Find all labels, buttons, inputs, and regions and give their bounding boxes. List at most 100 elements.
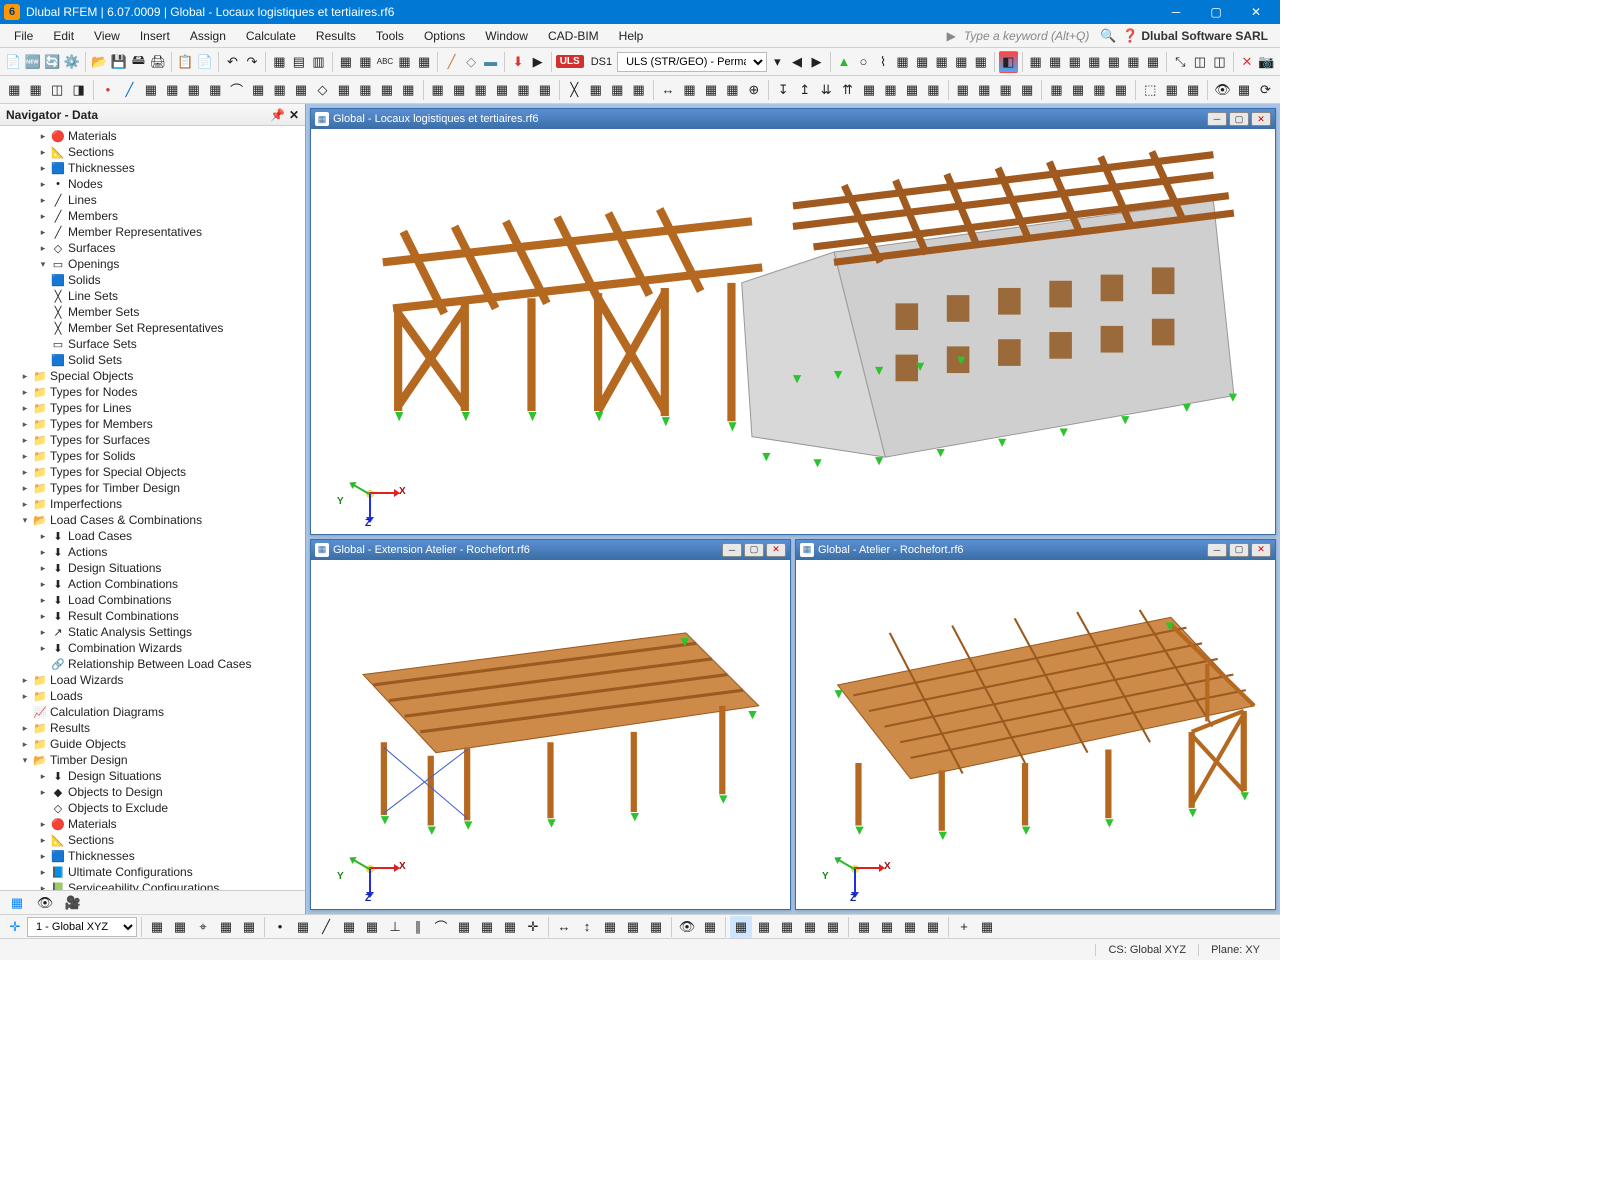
tree-item[interactable]: 📈Calculation Diagrams (0, 704, 305, 720)
tree-item[interactable]: ▸◇Surfaces (0, 240, 305, 256)
tree-item[interactable]: ▸🟦Thicknesses (0, 160, 305, 176)
vp-close-icon[interactable]: ✕ (766, 543, 786, 557)
tool-a-icon[interactable]: ▦ (337, 51, 356, 73)
chevron-down-icon[interactable]: ▾ (768, 51, 787, 73)
layers-icon[interactable]: ▦ (1026, 51, 1045, 73)
s34-icon[interactable]: ⇊ (816, 79, 836, 101)
tree-item[interactable]: ╳Line Sets (0, 288, 305, 304)
s29-icon[interactable]: ▦ (701, 79, 721, 101)
tree-item[interactable]: ▸↗Static Analysis Settings (0, 624, 305, 640)
tree-item[interactable]: ▸📁Special Objects (0, 368, 305, 384)
redo-icon[interactable]: ↷ (243, 51, 262, 73)
viewport-main-titlebar[interactable]: ▦ Global - Locaux logistiques et tertiai… (311, 109, 1275, 129)
s24-icon[interactable]: ▦ (586, 79, 606, 101)
vp-close-icon[interactable]: ✕ (1251, 543, 1271, 557)
s10-icon[interactable]: ▦ (269, 79, 289, 101)
s38-icon[interactable]: ▦ (902, 79, 922, 101)
tree-item[interactable]: 🟦Solid Sets (0, 352, 305, 368)
b2-icon[interactable]: ▦ (169, 916, 191, 938)
tree-item[interactable]: 🔗Relationship Between Load Cases (0, 656, 305, 672)
tree-item[interactable]: ▸📁Types for Timber Design (0, 480, 305, 496)
tree-item[interactable]: ▸📘Ultimate Configurations (0, 864, 305, 880)
tree-item[interactable]: ▸◆Objects to Design (0, 784, 305, 800)
s43-icon[interactable]: ▦ (1017, 79, 1037, 101)
s28-icon[interactable]: ▦ (679, 79, 699, 101)
undo-icon[interactable]: ↶ (223, 51, 242, 73)
b14-icon[interactable]: ▦ (476, 916, 498, 938)
s26-icon[interactable]: ▦ (628, 79, 648, 101)
tree-item[interactable]: ▸•Nodes (0, 176, 305, 192)
node-icon[interactable]: • (98, 79, 118, 101)
s21-icon[interactable]: ▦ (513, 79, 533, 101)
tree-item[interactable]: ▸⬇Actions (0, 544, 305, 560)
menu-help[interactable]: Help (609, 26, 654, 46)
s13-icon[interactable]: ▦ (334, 79, 354, 101)
s11-icon[interactable]: ▦ (291, 79, 311, 101)
search-icon[interactable]: 🔍 (1097, 25, 1119, 47)
s42-icon[interactable]: ▦ (995, 79, 1015, 101)
b11-icon[interactable]: ∥ (407, 916, 429, 938)
help-icon[interactable]: ❓ (1119, 25, 1141, 47)
prev-icon[interactable]: ◀ (788, 51, 807, 73)
b10-icon[interactable]: ⊥ (384, 916, 406, 938)
b5-icon[interactable]: • (269, 916, 291, 938)
b20-icon[interactable]: ▦ (622, 916, 644, 938)
b12-icon[interactable]: ⌒ (430, 916, 452, 938)
s22-icon[interactable]: ▦ (535, 79, 555, 101)
b17-icon[interactable]: ↔ (553, 916, 575, 938)
spring-icon[interactable]: ⌇ (874, 51, 893, 73)
coord-icon[interactable]: ✛ (4, 916, 26, 938)
viewport-br-titlebar[interactable]: ▦ Global - Atelier - Rochefort.rf6 ─ ▢ ✕ (796, 540, 1275, 560)
load-icon[interactable]: ⬇ (509, 51, 528, 73)
menu-edit[interactable]: Edit (43, 26, 84, 46)
next-icon[interactable]: ▶ (807, 51, 826, 73)
support-icon[interactable]: ▲ (835, 51, 854, 73)
s8-icon[interactable]: ▦ (205, 79, 225, 101)
s2-icon[interactable]: ▦ (25, 79, 45, 101)
tree-item[interactable]: ▸⬇Result Combinations (0, 608, 305, 624)
vp-max-icon[interactable]: ▢ (744, 543, 764, 557)
calc-icon[interactable]: ▶ (528, 51, 547, 73)
tree-item[interactable]: ▸📁Results (0, 720, 305, 736)
tree-item[interactable]: ╳Member Set Representatives (0, 320, 305, 336)
tree-item[interactable]: ▸⬇Design Situations (0, 560, 305, 576)
tree-item[interactable]: ▸📗Serviceability Configurations (0, 880, 305, 890)
b15-icon[interactable]: ▦ (499, 916, 521, 938)
b1-icon[interactable]: ▦ (146, 916, 168, 938)
grid2-icon[interactable]: ▤ (290, 51, 309, 73)
cube-icon[interactable]: ◫ (1191, 51, 1210, 73)
b22-icon[interactable]: 👁 (676, 916, 698, 938)
b18-icon[interactable]: ↕ (576, 916, 598, 938)
s9-icon[interactable]: ▦ (248, 79, 268, 101)
s40-icon[interactable]: ▦ (953, 79, 973, 101)
b28-icon[interactable]: ▦ (822, 916, 844, 938)
s5-icon[interactable]: ▦ (141, 79, 161, 101)
b21-icon[interactable]: ▦ (645, 916, 667, 938)
tree-item[interactable]: ▸╱Lines (0, 192, 305, 208)
tree-item[interactable]: ▸📐Sections (0, 832, 305, 848)
t11-icon[interactable]: ▦ (1065, 51, 1084, 73)
load-combo-select[interactable]: ULS (STR/GEO) - Permane... (617, 52, 767, 72)
tool-b-icon[interactable]: ▦ (356, 51, 375, 73)
t7-icon[interactable]: ▦ (932, 51, 951, 73)
t6-icon[interactable]: ▦ (913, 51, 932, 73)
menu-assign[interactable]: Assign (180, 26, 236, 46)
coord-system-select[interactable]: 1 - Global XYZ (27, 917, 137, 937)
print-icon[interactable]: 🖨 (149, 51, 168, 73)
tree-item[interactable]: ▸📁Types for Lines (0, 400, 305, 416)
b6-icon[interactable]: ▦ (292, 916, 314, 938)
vp-min-icon[interactable]: ─ (722, 543, 742, 557)
tool-c-icon[interactable]: ▦ (395, 51, 414, 73)
tool-d-icon[interactable]: ▦ (415, 51, 434, 73)
viewport-bl-canvas[interactable]: X Y Z (311, 560, 790, 909)
hide-icon[interactable]: 👁 (1212, 79, 1232, 101)
s48-icon[interactable]: ⬚ (1140, 79, 1160, 101)
open-icon[interactable]: 📂 (90, 51, 109, 73)
s35-icon[interactable]: ⇈ (837, 79, 857, 101)
solid-icon[interactable]: ▬ (481, 51, 500, 73)
s45-icon[interactable]: ▦ (1068, 79, 1088, 101)
s4-icon[interactable]: ◨ (68, 79, 88, 101)
tree-item[interactable]: ▾📂Timber Design (0, 752, 305, 768)
b19-icon[interactable]: ▦ (599, 916, 621, 938)
s41-icon[interactable]: ▦ (974, 79, 994, 101)
